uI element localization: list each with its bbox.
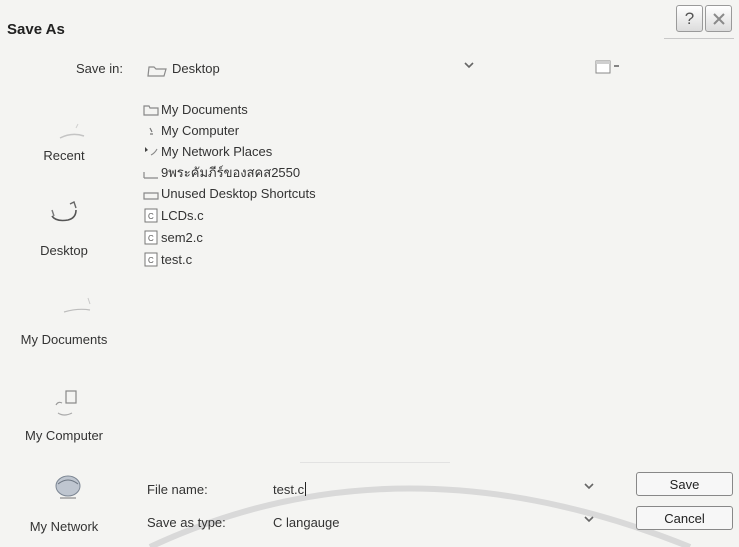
list-item-label: Unused Desktop Shortcuts: [161, 185, 316, 201]
file-list: My Documents My Computer My Network Plac…: [142, 99, 622, 439]
place-my-computer[interactable]: My Computer: [0, 383, 128, 443]
svg-text:C: C: [148, 256, 154, 265]
c-file-icon: C: [144, 208, 158, 223]
computer-icon: [149, 127, 153, 135]
svg-text:C: C: [148, 212, 154, 221]
save-in-label: Save in:: [76, 61, 123, 76]
save-as-type-dropdown[interactable]: C langauge: [265, 512, 605, 534]
folder-icon: [143, 105, 159, 116]
svg-text:C: C: [148, 234, 154, 243]
list-item[interactable]: My Network Places: [142, 141, 272, 161]
help-button[interactable]: ?: [676, 5, 703, 32]
place-my-computer-label: My Computer: [24, 428, 104, 443]
c-file-icon: C: [144, 252, 158, 267]
desktop-icon: [51, 201, 77, 222]
recent-documents-icon: [59, 123, 85, 139]
place-my-network[interactable]: My Network: [0, 472, 128, 542]
place-desktop[interactable]: Desktop: [0, 185, 128, 258]
c-file-icon: C: [144, 230, 158, 245]
chevron-down-icon: [464, 62, 474, 69]
folder-icon: [147, 66, 167, 77]
folder-icon: [143, 172, 158, 179]
list-item-label: test.c: [161, 251, 193, 267]
close-icon: [712, 12, 725, 25]
save-as-type-label: Save as type:: [147, 515, 226, 530]
network-icon: [145, 147, 158, 156]
file-name-field[interactable]: test.c: [265, 479, 605, 501]
place-my-documents-label: My Documents: [20, 332, 108, 347]
my-documents-icon: [63, 297, 91, 313]
help-icon: ?: [684, 8, 695, 28]
save-as-type-value: C langauge: [273, 515, 340, 530]
place-desktop-label: Desktop: [40, 243, 88, 258]
list-item-label: 9พระคัมภีร์ของสคส2550: [161, 164, 301, 180]
list-item-label: My Network Places: [161, 143, 273, 159]
place-my-network-label: My Network: [29, 519, 99, 534]
file-name-label: File name:: [147, 482, 208, 497]
list-item[interactable]: 9พระคัมภีร์ของสคส2550: [142, 162, 300, 182]
file-name-value: test.c: [273, 482, 305, 497]
save-in-value: Desktop: [172, 61, 220, 76]
chevron-down-icon: [584, 483, 594, 490]
chevron-down-icon: [584, 516, 594, 523]
place-my-documents[interactable]: My Documents: [0, 290, 128, 350]
list-item[interactable]: My Documents: [142, 99, 248, 119]
my-computer-icon: [55, 390, 77, 416]
list-item[interactable]: C sem2.c: [142, 227, 203, 247]
network-places-icon: [55, 475, 81, 499]
save-in-dropdown[interactable]: Desktop: [145, 58, 485, 80]
folder-icon: [143, 192, 159, 200]
close-button[interactable]: [705, 5, 732, 32]
list-divider: [300, 462, 450, 463]
text-caret: [305, 482, 307, 496]
list-item[interactable]: Unused Desktop Shortcuts: [142, 183, 316, 203]
list-item-label: My Documents: [161, 101, 248, 117]
views-menu-icon: [595, 60, 619, 74]
cancel-button[interactable]: Cancel: [636, 506, 733, 530]
list-item-label: sem2.c: [161, 229, 203, 245]
list-item-label: LCDs.c: [161, 207, 204, 223]
list-item[interactable]: C test.c: [142, 249, 192, 269]
place-recent-label: Recent: [43, 148, 85, 163]
place-recent[interactable]: Recent: [0, 100, 128, 170]
list-item[interactable]: C LCDs.c: [142, 205, 204, 225]
dialog-title: Save As: [7, 21, 65, 38]
list-item[interactable]: My Computer: [142, 120, 239, 140]
save-button[interactable]: Save: [636, 472, 733, 496]
list-item-label: My Computer: [161, 122, 240, 138]
title-divider: [664, 38, 734, 39]
views-menu-button[interactable]: [594, 58, 628, 78]
places-bar: Recent Desktop My Documents My Computer …: [0, 100, 130, 540]
